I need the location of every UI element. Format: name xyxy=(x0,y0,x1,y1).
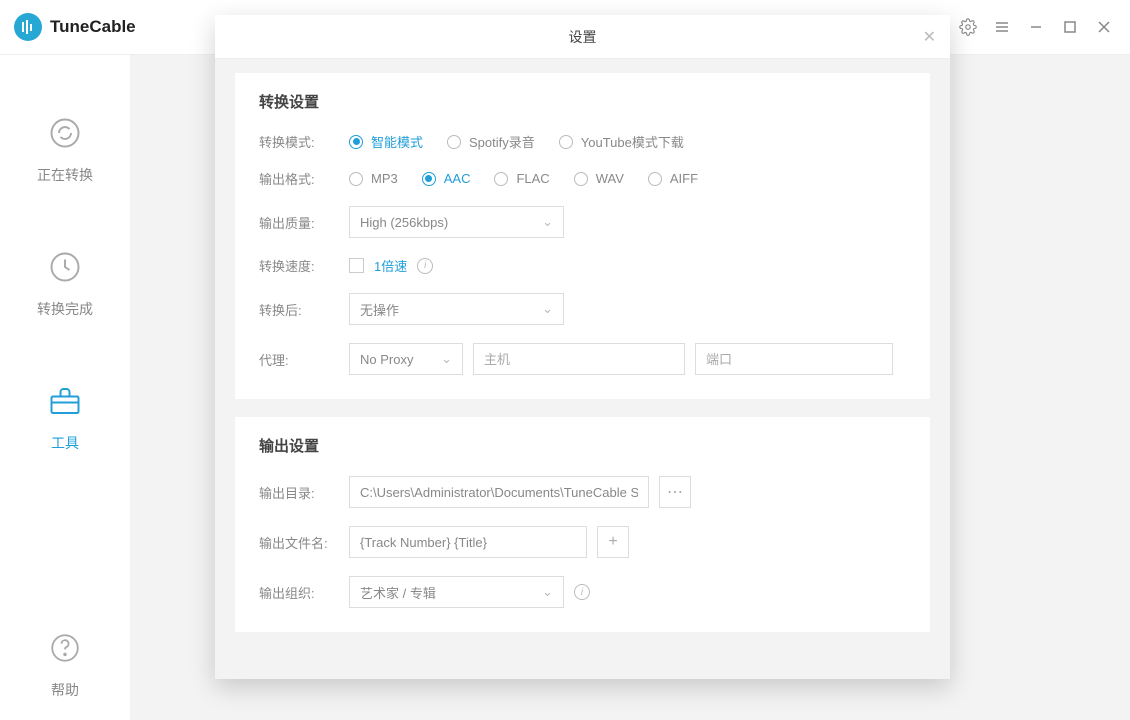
sidebar-item-label: 工具 xyxy=(51,433,79,453)
fname-input[interactable] xyxy=(349,526,587,558)
logo-icon xyxy=(14,13,42,41)
outdir-input[interactable] xyxy=(349,476,649,508)
output-settings-panel: 输出设置 输出目录: ⋯ 输出文件名: + xyxy=(235,417,930,632)
toolbox-icon xyxy=(45,381,85,421)
settings-modal: 设置 ✕ 转换设置 转换模式: 智能模式 Spotify录音 YouTube模式… xyxy=(215,15,950,679)
modal-close-icon[interactable]: ✕ xyxy=(923,27,936,47)
sidebar-item-help[interactable]: 帮助 xyxy=(0,610,130,720)
format-flac-radio[interactable]: FLAC xyxy=(494,171,549,186)
after-select[interactable]: 无操作⌄ xyxy=(349,293,564,325)
add-tag-button[interactable]: + xyxy=(597,526,629,558)
app-name: TuneCable xyxy=(50,17,136,37)
after-label: 转换后: xyxy=(259,300,349,319)
sidebar-item-converting[interactable]: 正在转换 xyxy=(0,95,130,229)
mode-smart-radio[interactable]: 智能模式 xyxy=(349,132,423,151)
close-icon[interactable] xyxy=(1092,15,1116,39)
refresh-icon xyxy=(45,113,85,153)
format-mp3-radio[interactable]: MP3 xyxy=(349,171,398,186)
format-wav-radio[interactable]: WAV xyxy=(574,171,624,186)
proxy-host-input[interactable] xyxy=(473,343,685,375)
sidebar-item-label: 转换完成 xyxy=(37,299,93,319)
mode-spotify-radio[interactable]: Spotify录音 xyxy=(447,132,535,151)
gear-icon[interactable] xyxy=(956,15,980,39)
panel-heading: 转换设置 xyxy=(259,91,906,112)
outdir-label: 输出目录: xyxy=(259,483,349,502)
panel-heading: 输出设置 xyxy=(259,435,906,456)
clock-icon xyxy=(45,247,85,287)
maximize-icon[interactable] xyxy=(1058,15,1082,39)
speed-label: 转换速度: xyxy=(259,256,349,275)
browse-button[interactable]: ⋯ xyxy=(659,476,691,508)
format-label: 输出格式: xyxy=(259,169,349,188)
chevron-down-icon: ⌄ xyxy=(542,301,553,317)
sidebar-item-label: 正在转换 xyxy=(37,165,93,185)
content-area: 设置 ✕ 转换设置 转换模式: 智能模式 Spotify录音 YouTube模式… xyxy=(130,55,1130,720)
chevron-down-icon: ⌄ xyxy=(542,214,553,230)
info-icon[interactable]: i xyxy=(417,258,433,274)
mode-youtube-radio[interactable]: YouTube模式下载 xyxy=(559,132,684,151)
chevron-down-icon: ⌄ xyxy=(542,584,553,600)
sidebar: 正在转换 转换完成 工具 帮助 xyxy=(0,55,130,720)
sidebar-item-completed[interactable]: 转换完成 xyxy=(0,229,130,363)
chevron-down-icon: ⌄ xyxy=(441,351,452,367)
quality-label: 输出质量: xyxy=(259,213,349,232)
fname-label: 输出文件名: xyxy=(259,533,349,552)
app-logo: TuneCable xyxy=(14,13,136,41)
info-icon[interactable]: i xyxy=(574,584,590,600)
speed-value: 1倍速 xyxy=(374,256,407,275)
convert-settings-panel: 转换设置 转换模式: 智能模式 Spotify录音 YouTube模式下载 输出… xyxy=(235,73,930,399)
modal-title: 设置 xyxy=(569,27,597,47)
format-aiff-radio[interactable]: AIFF xyxy=(648,171,698,186)
proxy-port-input[interactable] xyxy=(695,343,893,375)
quality-select[interactable]: High (256kbps)⌄ xyxy=(349,206,564,238)
org-label: 输出组织: xyxy=(259,583,349,602)
help-icon xyxy=(45,628,85,668)
menu-icon[interactable] xyxy=(990,15,1014,39)
format-aac-radio[interactable]: AAC xyxy=(422,171,471,186)
proxy-select[interactable]: No Proxy⌄ xyxy=(349,343,463,375)
org-select[interactable]: 艺术家 / 专辑⌄ xyxy=(349,576,564,608)
speed-checkbox[interactable] xyxy=(349,258,364,273)
minimize-icon[interactable] xyxy=(1024,15,1048,39)
proxy-label: 代理: xyxy=(259,350,349,369)
sidebar-item-tools[interactable]: 工具 xyxy=(0,363,130,497)
mode-label: 转换模式: xyxy=(259,132,349,151)
sidebar-item-label: 帮助 xyxy=(51,680,79,700)
